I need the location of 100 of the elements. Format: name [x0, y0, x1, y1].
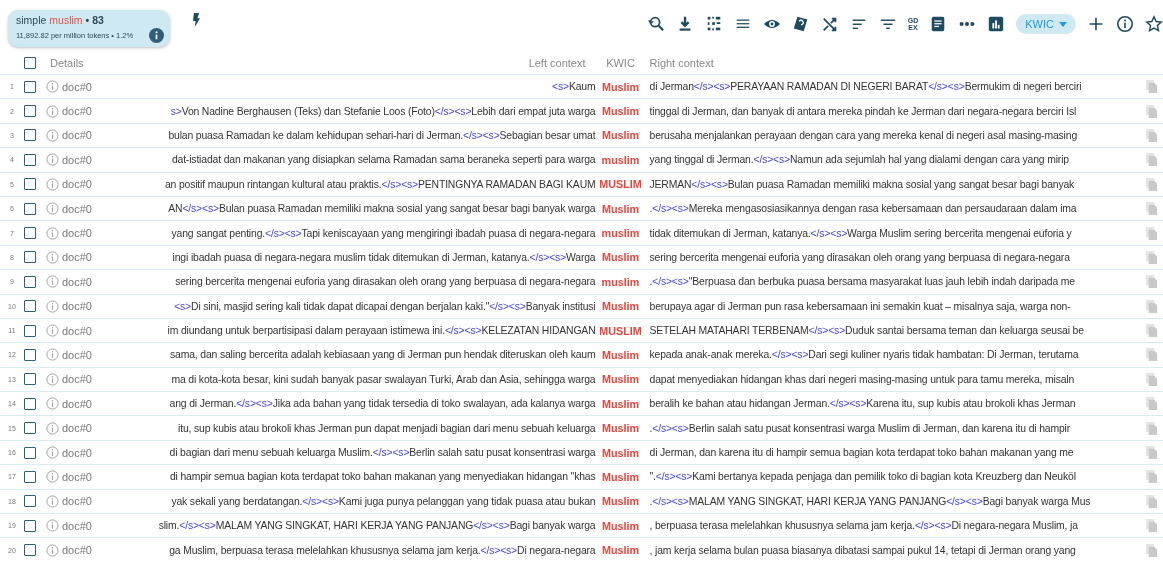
checkbox[interactable] [24, 422, 36, 435]
document-id[interactable]: doc#0 [62, 105, 100, 118]
keyword[interactable]: Muslim [595, 422, 646, 435]
checkbox[interactable] [24, 105, 36, 118]
keyword[interactable]: Muslim [595, 446, 646, 459]
document-id[interactable]: doc#0 [62, 275, 100, 288]
right-context: tidak ditemukan di Jerman, katanya.</s><s>Warga Muslim sering bercerita mengenai euforia y [648, 227, 1073, 239]
document-id[interactable]: doc#0 [62, 324, 100, 337]
copy-icon[interactable] [1145, 518, 1158, 534]
checkbox[interactable] [24, 544, 36, 557]
plus-icon[interactable] [1087, 15, 1105, 33]
copy-icon[interactable] [1145, 152, 1158, 168]
keyword[interactable]: Muslim [595, 495, 646, 508]
document-id[interactable]: doc#0 [62, 129, 100, 142]
info-icon[interactable] [1116, 15, 1134, 33]
left-context: di hampir semua bagian kota terdapat toko bahan makanan yang menyediakan hidangan "khas [168, 471, 596, 483]
keyword[interactable]: Muslim [595, 397, 646, 410]
chart-icon[interactable] [987, 15, 1006, 33]
keyword[interactable]: Muslim [595, 105, 646, 118]
checkbox[interactable] [24, 275, 36, 288]
checkbox[interactable] [24, 519, 36, 532]
copy-icon[interactable] [1145, 323, 1158, 339]
document-id[interactable]: doc#0 [62, 519, 100, 532]
keyword[interactable]: Muslim [595, 373, 646, 386]
keyword[interactable]: Muslim [595, 544, 646, 557]
copy-icon[interactable] [1145, 542, 1158, 558]
document-id[interactable]: doc#0 [62, 178, 100, 191]
document-id[interactable]: doc#0 [62, 227, 100, 240]
left-context: s>Von Nadine Berghausen (Teks) dan Stefanie Loos (Foto)</s><s>Lebih dari empat juta warga [169, 105, 596, 117]
document-id[interactable]: doc#0 [62, 446, 100, 459]
checkbox[interactable] [24, 202, 36, 215]
document-id[interactable]: doc#0 [62, 202, 100, 215]
checkbox[interactable] [24, 153, 36, 166]
copy-icon[interactable] [1145, 225, 1158, 241]
checkbox[interactable] [24, 349, 36, 361]
column-header: Details [49, 57, 85, 69]
copy-icon[interactable] [1145, 274, 1158, 290]
checkbox[interactable] [24, 300, 36, 313]
copy-icon[interactable] [1145, 493, 1158, 509]
document-id[interactable]: doc#0 [62, 251, 100, 264]
left-context: yak sekali yang berdatangan.</s><s>Kami juga punya pelanggan yang tidak puasa atau bukan [170, 495, 596, 507]
keyword[interactable]: muslim [595, 227, 646, 240]
copy-icon[interactable] [1145, 201, 1158, 217]
document-id[interactable]: doc#0 [62, 153, 100, 166]
copy-icon[interactable] [1145, 371, 1158, 387]
copy-icon[interactable] [1145, 469, 1158, 485]
checkbox[interactable] [24, 495, 36, 508]
copy-icon[interactable] [1145, 103, 1158, 119]
checkbox[interactable] [24, 129, 36, 142]
keyword[interactable]: muslim [595, 153, 646, 166]
checkbox[interactable] [24, 80, 36, 93]
document-id[interactable]: doc#0 [62, 397, 100, 410]
star-icon[interactable] [1145, 15, 1163, 33]
document-id[interactable]: doc#0 [62, 495, 100, 508]
shuffle-icon[interactable] [820, 15, 839, 33]
keyword[interactable]: Muslim [595, 349, 646, 361]
checkbox[interactable] [24, 470, 36, 483]
right-context: sering bercerita mengenai euforia yang dirasakan oleh orang yang berpuasa di negara-negara [648, 251, 1071, 263]
document-id[interactable]: doc#0 [62, 373, 100, 386]
checkbox[interactable] [24, 397, 36, 410]
copy-icon[interactable] [1145, 249, 1158, 265]
checkbox[interactable] [24, 446, 36, 459]
keyword[interactable]: Muslim [595, 202, 646, 215]
keyword[interactable]: MUSLIM [595, 178, 646, 191]
keyword[interactable]: Muslim [595, 300, 646, 313]
keyword[interactable]: MUSLIM [595, 324, 646, 337]
keyword[interactable]: Muslim [595, 470, 646, 483]
left-context: slim.</s><s>MALAM YANG SINGKAT, HARI KERJA YANG PANJANG</s><s>Bagi banyak warga [157, 520, 596, 532]
keyword[interactable]: muslim [595, 275, 646, 288]
search-icon[interactable] [646, 15, 665, 33]
checkbox[interactable] [24, 178, 36, 191]
copy-icon[interactable] [1145, 298, 1158, 314]
copy-icon[interactable] [1145, 396, 1158, 412]
copy-icon[interactable] [1145, 79, 1158, 95]
document-id[interactable]: doc#0 [62, 470, 100, 483]
checkbox[interactable] [24, 373, 36, 386]
document-id[interactable]: doc#0 [62, 349, 100, 361]
checkbox[interactable] [24, 57, 36, 69]
keyword[interactable]: Muslim [595, 129, 646, 142]
view-dropdown[interactable]: KWIC [1016, 14, 1076, 34]
lightning-icon[interactable] [192, 13, 201, 27]
right-context: berupaya agar di Jerman pun rasa kebersamaan ini semakin kuat – misalnya saja, warga non- [648, 300, 1072, 312]
document-id[interactable]: doc#0 [62, 80, 100, 93]
keyword[interactable]: Muslim [595, 80, 646, 93]
keyword[interactable]: Muslim [595, 251, 646, 264]
copy-icon[interactable] [1145, 347, 1158, 363]
info-icon[interactable] [149, 28, 164, 43]
copy-icon[interactable] [1145, 176, 1158, 192]
document-id[interactable]: doc#0 [62, 544, 100, 557]
document-id[interactable]: doc#0 [62, 422, 100, 435]
checkbox[interactable] [24, 324, 36, 337]
keyword[interactable]: Muslim [595, 519, 646, 532]
document-id[interactable]: doc#0 [62, 300, 100, 313]
checkbox[interactable] [24, 227, 36, 240]
question-card-icon[interactable] [791, 15, 810, 33]
copy-icon[interactable] [1145, 445, 1158, 461]
left-context: bulan puasa Ramadan ke dalam kehidupan sehari-hari di Jerman.</s><s>Sebagian besar umat [167, 129, 596, 141]
copy-icon[interactable] [1145, 420, 1158, 436]
copy-icon[interactable] [1145, 127, 1158, 143]
checkbox[interactable] [24, 251, 36, 264]
